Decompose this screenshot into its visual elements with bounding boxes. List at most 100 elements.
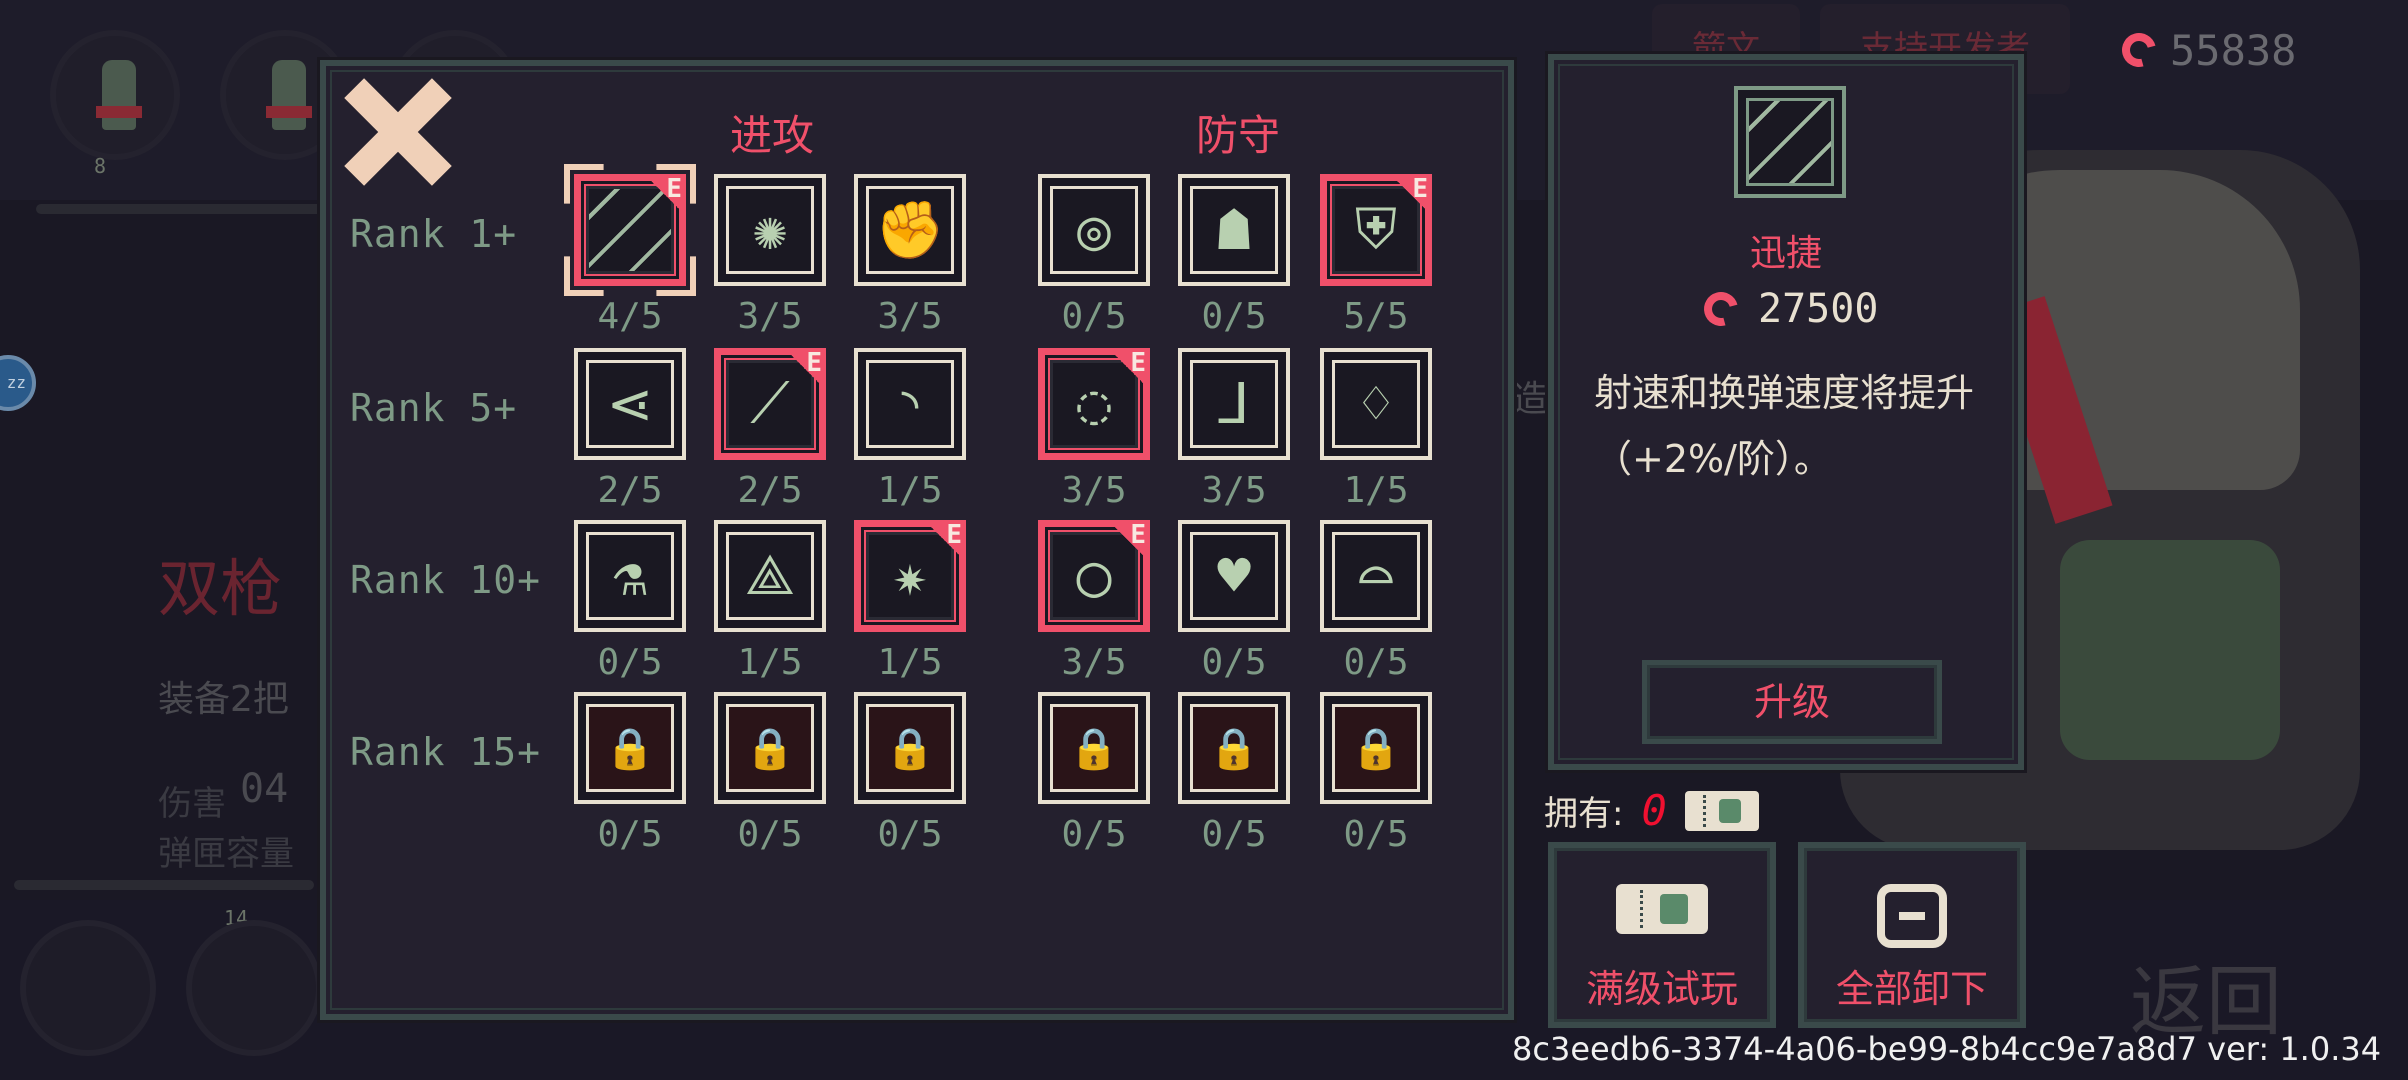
max-level-trial-label: 满级试玩 xyxy=(1585,967,1738,1011)
build-version: 8c3eedb6-3374-4a06-be99-8b4cc9e7a8d7 ver… xyxy=(1512,1030,2382,1068)
talent-level: 1/5 xyxy=(737,642,803,683)
owned-tickets: 拥有: 0 xyxy=(1544,786,1759,835)
talent-slot[interactable]: ⟁ xyxy=(714,520,826,632)
locked-beast-icon: 🔒 xyxy=(726,704,814,792)
hero-level: 8 xyxy=(94,154,107,178)
talent-level: 3/5 xyxy=(1061,642,1127,683)
talent-slot[interactable]: ♥ xyxy=(1178,520,1290,632)
swiftness-icon xyxy=(1734,86,1846,198)
talent-level: 0/5 xyxy=(1343,642,1409,683)
talent-cost: 27500 xyxy=(1697,285,1878,333)
talent-panel: 进攻 防守 Rank 1+ E 4/5 ✺ 3/5 ✊ 3/5 ◎ 0/5 ☗ 0/5 ⛨ E 5/5 Ra… xyxy=(320,60,1514,1020)
stat-damage-label: 伤害 xyxy=(158,784,226,824)
talent-level: 0/5 xyxy=(1343,814,1409,855)
talent-level: 3/5 xyxy=(877,296,943,337)
unequip-icon xyxy=(1877,884,1947,948)
talent-slot[interactable]: ✺ xyxy=(714,174,826,286)
ticket-icon xyxy=(1616,884,1708,934)
equipped-tag: E xyxy=(1108,348,1150,390)
owned-label: 拥有: xyxy=(1544,794,1624,834)
talent-slot[interactable]: ⅃ xyxy=(1178,348,1290,460)
talent-slot[interactable]: 🔒 xyxy=(714,692,826,804)
vortex-icon: ✺ xyxy=(726,186,814,274)
talent-level: 0/5 xyxy=(1061,814,1127,855)
equipped-tag: E xyxy=(1390,174,1432,216)
talent-level: 2/5 xyxy=(737,470,803,511)
currency-value: 55838 xyxy=(2170,25,2297,75)
upgrade-button[interactable]: 升级 xyxy=(1642,660,1942,744)
talent-level: 2/5 xyxy=(597,470,663,511)
talent-slot[interactable]: ◎ xyxy=(1038,174,1150,286)
locked-cross-icon: 🔒 xyxy=(1332,704,1420,792)
hero-bar xyxy=(36,204,336,214)
dome-icon: ⌓ xyxy=(1332,532,1420,620)
close-button[interactable] xyxy=(344,76,452,186)
talent-slot[interactable]: ◌ E xyxy=(1038,348,1150,460)
talent-slot[interactable]: ◝ xyxy=(854,348,966,460)
ticket-icon xyxy=(1684,790,1759,831)
talent-slot[interactable]: 🔒 xyxy=(574,692,686,804)
talent-slot[interactable]: ◯ E xyxy=(1038,520,1150,632)
bg-edge-text: 造 xyxy=(1512,379,1549,420)
talent-level: 0/5 xyxy=(737,814,803,855)
rank-label: Rank 1+ xyxy=(350,212,518,256)
currency-icon xyxy=(1697,285,1745,333)
talent-level: 0/5 xyxy=(597,814,663,855)
talent-slot[interactable]: ⟋ E xyxy=(714,348,826,460)
unequip-all-label: 全部卸下 xyxy=(1835,967,1988,1011)
rank-label: Rank 5+ xyxy=(350,386,518,430)
locked-sword-icon: 🔒 xyxy=(866,704,954,792)
weapon-slot-2[interactable] xyxy=(186,920,322,1056)
talent-slot[interactable]: 🔒 xyxy=(854,692,966,804)
keyhole-icon: ◎ xyxy=(1050,186,1138,274)
talent-slot[interactable]: 🔒 xyxy=(1038,692,1150,804)
hearts-icon: ♥ xyxy=(1190,532,1278,620)
stat-bar xyxy=(14,880,314,890)
wave-icon: ◝ xyxy=(866,360,954,448)
talent-slot[interactable]: E xyxy=(574,174,686,286)
weapon-desc: 装备2把 xyxy=(158,679,289,720)
flex-icon: ☗ xyxy=(1190,186,1278,274)
fist-icon: ✊ xyxy=(866,186,954,274)
talent-slot[interactable]: ♢ xyxy=(1320,348,1432,460)
weapon-title: 双枪 xyxy=(158,552,283,625)
boot-icon: ⅃ xyxy=(1190,360,1278,448)
currency-icon xyxy=(2115,26,2163,74)
talent-slot[interactable]: ✊ xyxy=(854,174,966,286)
rank-label: Rank 15+ xyxy=(350,730,542,774)
locked-guard-icon: 🔒 xyxy=(1190,704,1278,792)
hero-avatar[interactable] xyxy=(50,30,180,160)
talent-level: 1/5 xyxy=(1343,470,1409,511)
talent-slot[interactable]: ⌓ xyxy=(1320,520,1432,632)
talent-slot[interactable]: ☗ xyxy=(1178,174,1290,286)
talent-level: 0/5 xyxy=(597,642,663,683)
unequip-all-button[interactable]: 全部卸下 xyxy=(1798,842,2026,1028)
talent-slot[interactable]: ✷ E xyxy=(854,520,966,632)
spread-icon: ⋖ xyxy=(586,360,674,448)
max-level-trial-button[interactable]: 满级试玩 xyxy=(1548,842,1776,1028)
talent-level: 0/5 xyxy=(877,814,943,855)
character-body xyxy=(2060,540,2280,760)
attack-column-header: 进攻 xyxy=(730,111,815,160)
rank-label: Rank 10+ xyxy=(350,558,542,602)
locked-blade-icon: 🔒 xyxy=(586,704,674,792)
talent-level: 0/5 xyxy=(1201,642,1267,683)
weapon-slot-1[interactable] xyxy=(20,920,156,1056)
talent-slot[interactable]: ⚗ xyxy=(574,520,686,632)
talent-level: 3/5 xyxy=(737,296,803,337)
talent-slot[interactable]: 🔒 xyxy=(1178,692,1290,804)
talent-level: 1/5 xyxy=(877,470,943,511)
talent-level: 0/5 xyxy=(1201,814,1267,855)
talent-name: 迅捷 xyxy=(1749,233,1822,274)
talent-level: 4/5 xyxy=(597,296,663,337)
talent-level: 0/5 xyxy=(1201,296,1267,337)
talent-slot[interactable]: ⛨ E xyxy=(1320,174,1432,286)
rune-icon: ⟁ xyxy=(726,532,814,620)
equipped-tag: E xyxy=(784,348,826,390)
stat-mag-label: 弹匣容量 xyxy=(158,834,294,874)
talent-level: 0/5 xyxy=(1061,296,1127,337)
talent-slot[interactable]: ⋖ xyxy=(574,348,686,460)
talent-level: 5/5 xyxy=(1343,296,1409,337)
talent-slot[interactable]: 🔒 xyxy=(1320,692,1432,804)
currency-display: 55838 xyxy=(2115,20,2297,80)
